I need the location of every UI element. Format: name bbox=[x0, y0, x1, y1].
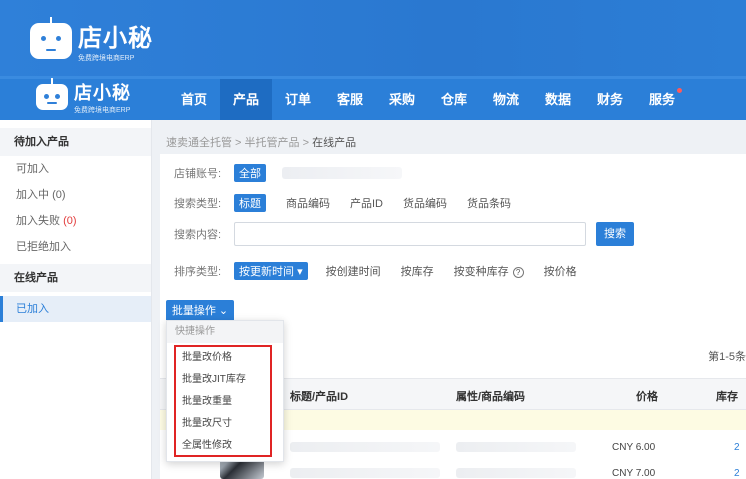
caret-down-icon: ▾ bbox=[297, 266, 303, 278]
nav-item-products[interactable]: 产品 bbox=[220, 79, 272, 120]
sort-by-created[interactable]: 按创建时间 bbox=[326, 263, 381, 279]
nav-menu: 首页 产品 订单 客服 采购 仓库 物流 数据 财务 服务 bbox=[168, 79, 688, 120]
row2-stock[interactable]: 2 bbox=[734, 468, 740, 479]
search-input[interactable] bbox=[234, 222, 586, 246]
blurred-title-2 bbox=[290, 468, 440, 478]
filter-row-shop: 店铺账号: 全部 bbox=[174, 164, 402, 182]
sidebar-item-join-failed-count: (0) bbox=[63, 215, 77, 227]
brand-tagline: 免费跨境电商ERP bbox=[78, 55, 135, 62]
header-stock: 库存 bbox=[716, 391, 738, 403]
filter-row-content: 搜索内容: 搜索 bbox=[174, 222, 634, 246]
breadcrumb-path[interactable]: 速卖通全托管 > 半托管产品 > bbox=[166, 137, 312, 149]
content-label: 搜索内容: bbox=[174, 229, 222, 241]
sort-by-variant-stock[interactable]: 按变种库存? bbox=[454, 263, 524, 279]
pagination-count: 第1-5条 bbox=[708, 351, 746, 363]
chevron-down-icon: ⌄ bbox=[218, 305, 229, 317]
robot-icon-small bbox=[36, 78, 68, 110]
sidebar-item-join-failed[interactable]: 加入失败 (0) bbox=[0, 208, 151, 234]
sidebar-item-joining[interactable]: 加入中 (0) bbox=[0, 182, 151, 208]
header-attributes: 属性/商品编码 bbox=[456, 391, 526, 403]
breadcrumb-current: 在线产品 bbox=[312, 137, 357, 149]
blurred-attr-2 bbox=[456, 468, 576, 478]
search-type-sku[interactable]: 商品编码 bbox=[286, 195, 330, 211]
nav-item-logistics[interactable]: 物流 bbox=[480, 79, 532, 120]
brand-name: 店小秘 bbox=[78, 25, 153, 52]
batch-operations-dropdown: 快捷操作 批量改价格 批量改JIT库存 批量改重量 批量改尺寸 全属性修改 bbox=[166, 320, 284, 462]
breadcrumb: 速卖通全托管 > 半托管产品 > 在线产品 bbox=[166, 134, 356, 150]
row1-stock[interactable]: 2 bbox=[734, 442, 740, 453]
menu-item-batch-size[interactable]: 批量改尺寸 bbox=[176, 413, 270, 435]
sidebar-group-pending: 待加入产品 bbox=[0, 128, 151, 156]
sort-select-value: 按更新时间 bbox=[239, 266, 294, 278]
menu-item-all-attributes[interactable]: 全属性修改 bbox=[176, 435, 270, 457]
nav-item-services[interactable]: 服务 bbox=[636, 79, 688, 120]
sidebar-item-rejected[interactable]: 已拒绝加入 bbox=[0, 234, 151, 260]
nav-item-warehouse[interactable]: 仓库 bbox=[428, 79, 480, 120]
batch-operations-label: 批量操作 bbox=[171, 305, 216, 317]
dropdown-header: 快捷操作 bbox=[167, 321, 283, 343]
blurred-title bbox=[290, 442, 440, 452]
filter-row-sort: 排序类型: 按更新时间 ▾ 按创建时间 按库存 按变种库存? 按价格 bbox=[174, 262, 597, 280]
search-type-barcode[interactable]: 货品条码 bbox=[467, 195, 511, 211]
sidebar-item-join-failed-label: 加入失败 bbox=[16, 215, 60, 227]
sidebar-group-online: 在线产品 bbox=[0, 264, 151, 292]
shop-all-tag[interactable]: 全部 bbox=[234, 164, 266, 182]
nav-item-home[interactable]: 首页 bbox=[168, 79, 220, 120]
menu-item-batch-weight[interactable]: 批量改重量 bbox=[176, 391, 270, 413]
search-type-label: 搜索类型: bbox=[174, 198, 222, 210]
blurred-attr bbox=[456, 442, 576, 452]
nav-item-orders[interactable]: 订单 bbox=[272, 79, 324, 120]
sort-select[interactable]: 按更新时间 ▾ bbox=[234, 262, 308, 280]
sort-by-price[interactable]: 按价格 bbox=[544, 263, 577, 279]
batch-operations-button[interactable]: 批量操作 ⌄ bbox=[166, 300, 234, 322]
nav-item-customer-service[interactable]: 客服 bbox=[324, 79, 376, 120]
header-title-id: 标题/产品ID bbox=[290, 391, 349, 403]
search-type-product-id[interactable]: 产品ID bbox=[350, 195, 383, 211]
search-button[interactable]: 搜索 bbox=[596, 222, 634, 246]
menu-item-batch-jit-stock[interactable]: 批量改JIT库存 bbox=[176, 369, 270, 391]
brand-logo-small[interactable]: 店小秘 免费跨境电商ERP bbox=[36, 78, 131, 115]
blurred-shop-names bbox=[282, 167, 402, 179]
shop-label: 店铺账号: bbox=[174, 168, 222, 180]
sidebar-item-joinable[interactable]: 可加入 bbox=[0, 156, 151, 182]
sidebar: 待加入产品 可加入 加入中 (0) 加入失败 (0) 已拒绝加入 在线产品 已加… bbox=[0, 120, 152, 479]
nav-item-finance[interactable]: 财务 bbox=[584, 79, 636, 120]
menu-item-batch-price[interactable]: 批量改价格 bbox=[176, 347, 270, 369]
notification-dot bbox=[677, 88, 682, 93]
sidebar-item-joined[interactable]: 已加入 bbox=[0, 296, 151, 322]
search-type-title[interactable]: 标题 bbox=[234, 194, 266, 212]
nav-item-data[interactable]: 数据 bbox=[532, 79, 584, 120]
sort-label: 排序类型: bbox=[174, 266, 222, 278]
nav-item-purchase[interactable]: 采购 bbox=[376, 79, 428, 120]
brand-tagline-small: 免费跨境电商ERP bbox=[74, 107, 131, 114]
help-icon[interactable]: ? bbox=[512, 267, 524, 278]
sidebar-item-joining-count: (0) bbox=[52, 189, 66, 201]
sort-by-variant-stock-label: 按变种库存 bbox=[453, 266, 509, 278]
brand-logo-large: 店小秘 免费跨境电商ERP bbox=[30, 16, 153, 63]
brand-banner: 店小秘 免费跨境电商ERP bbox=[0, 0, 746, 80]
row1-price: CNY 6.00 bbox=[612, 442, 656, 453]
sort-by-stock[interactable]: 按库存 bbox=[401, 263, 434, 279]
sidebar-item-joining-label: 加入中 bbox=[16, 189, 49, 201]
row2-price: CNY 7.00 bbox=[612, 468, 656, 479]
header-price: 价格 bbox=[636, 391, 658, 403]
robot-icon bbox=[30, 16, 72, 59]
nav-item-services-label: 服务 bbox=[648, 92, 675, 107]
brand-name-small: 店小秘 bbox=[74, 83, 131, 103]
filter-row-search-type: 搜索类型: 标题 商品编码 产品ID 货品编码 货品条码 bbox=[174, 194, 531, 212]
highlight-box: 批量改价格 批量改JIT库存 批量改重量 批量改尺寸 全属性修改 bbox=[174, 345, 272, 457]
search-type-goods-code[interactable]: 货品编码 bbox=[403, 195, 447, 211]
